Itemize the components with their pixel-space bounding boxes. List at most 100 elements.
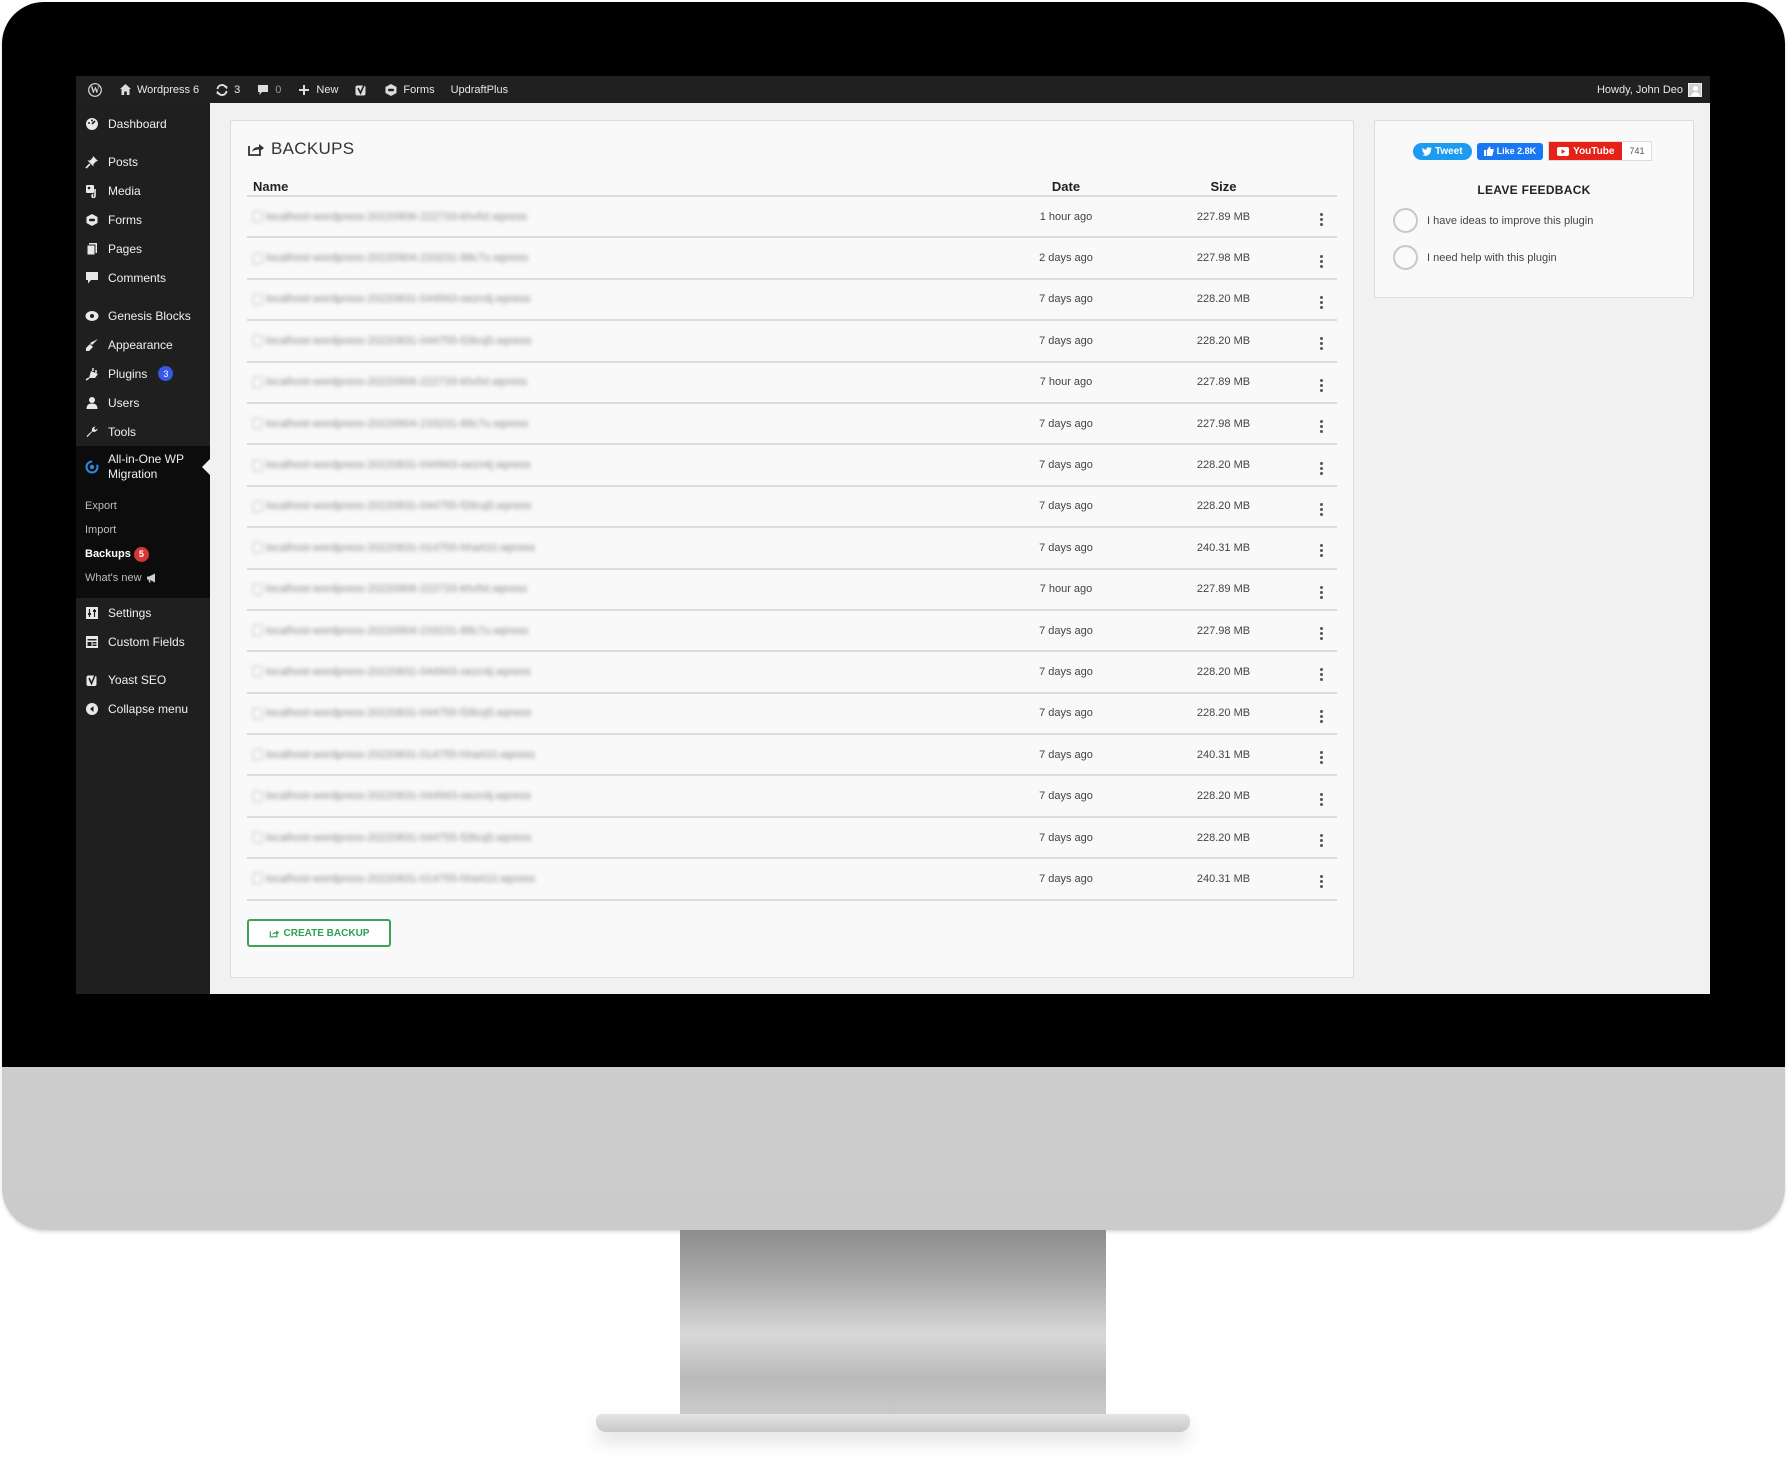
- table-row: localhost-wordpress-20220904-233231-88c7…: [247, 611, 1337, 653]
- table-header: Name Date Size: [247, 177, 1337, 197]
- backup-file-name: localhost-wordpress-20220906-222733-khvf…: [266, 376, 528, 389]
- backup-name-cell[interactable]: localhost-wordpress-20220831-014755-hha4…: [247, 542, 991, 554]
- backup-name-cell[interactable]: localhost-wordpress-20220831-014755-hha4…: [247, 873, 991, 885]
- youtube-icon: [1557, 146, 1570, 156]
- more-actions-icon[interactable]: [1320, 875, 1323, 889]
- sidebar-label: Yoast SEO: [108, 672, 167, 687]
- create-backup-button[interactable]: CREATE BACKUP: [247, 919, 391, 947]
- updates-count: 3: [234, 83, 241, 96]
- backup-name-cell[interactable]: localhost-wordpress-20220831-044943-oezn…: [247, 293, 991, 305]
- youtube-subscribe-button[interactable]: YouTube 741: [1548, 141, 1653, 161]
- backup-name-cell[interactable]: localhost-wordpress-20220904-233231-88c7…: [247, 418, 991, 430]
- feedback-option-help[interactable]: I need help with this plugin: [1393, 245, 1557, 270]
- facebook-like-button[interactable]: Like 2.8K: [1476, 142, 1544, 160]
- more-actions-icon[interactable]: [1320, 295, 1323, 309]
- backup-name-cell[interactable]: localhost-wordpress-20220831-014755-hha4…: [247, 749, 991, 761]
- submenu-label: What's new: [85, 572, 142, 584]
- backup-name-cell[interactable]: localhost-wordpress-20220831-044755-f28c…: [247, 500, 991, 512]
- feedback-option-ideas[interactable]: I have ideas to improve this plugin: [1393, 208, 1593, 233]
- more-actions-icon[interactable]: [1320, 461, 1323, 475]
- backup-name-cell[interactable]: localhost-wordpress-20220906-222733-khvf…: [247, 211, 991, 223]
- howdy-text: Howdy, John Deo: [1596, 83, 1683, 96]
- new-content-link[interactable]: New: [289, 76, 346, 103]
- more-actions-icon[interactable]: [1320, 378, 1323, 392]
- backup-name-cell[interactable]: localhost-wordpress-20220831-044755-f28c…: [247, 707, 991, 719]
- more-actions-icon[interactable]: [1320, 502, 1323, 516]
- backup-name-cell[interactable]: localhost-wordpress-20220906-222733-khvf…: [247, 583, 991, 595]
- collapse-menu-button[interactable]: Collapse menu: [76, 694, 210, 723]
- more-actions-icon[interactable]: [1320, 834, 1323, 848]
- backup-name-cell[interactable]: localhost-wordpress-20220906-222733-khvf…: [247, 376, 991, 388]
- sidebar-item-tools[interactable]: Tools: [76, 417, 210, 446]
- monitor-stand-base: [596, 1414, 1190, 1432]
- site-name-link[interactable]: Wordpress 6: [110, 76, 207, 103]
- more-actions-icon[interactable]: [1320, 627, 1323, 641]
- backup-file-name: localhost-wordpress-20220831-044755-f28c…: [266, 831, 532, 844]
- column-header-date[interactable]: Date: [991, 179, 1141, 194]
- wordpress-logo-button[interactable]: W: [80, 76, 110, 103]
- submenu-import[interactable]: Import: [76, 518, 210, 542]
- more-actions-icon[interactable]: [1320, 709, 1323, 723]
- more-actions-icon[interactable]: [1320, 544, 1323, 558]
- column-header-name[interactable]: Name: [247, 179, 991, 194]
- sidebar-label: Users: [108, 395, 140, 410]
- updates-link[interactable]: 3: [207, 76, 248, 103]
- backup-date-cell: 7 days ago: [1039, 500, 1093, 513]
- sidebar-item-custom-fields[interactable]: Custom Fields: [76, 627, 210, 656]
- backup-name-cell[interactable]: localhost-wordpress-20220831-044943-oezn…: [247, 459, 991, 471]
- sidebar-item-yoast-seo[interactable]: Yoast SEO: [76, 665, 210, 694]
- sidebar-item-posts[interactable]: Posts: [76, 147, 210, 176]
- backup-name-cell[interactable]: localhost-wordpress-20220831-044943-oezn…: [247, 666, 991, 678]
- comments-link[interactable]: 0: [248, 76, 289, 103]
- tweet-button[interactable]: Tweet: [1413, 142, 1472, 160]
- plugin-icon: [84, 366, 100, 382]
- sidebar-item-settings[interactable]: Settings: [76, 598, 210, 627]
- yoast-menu-link[interactable]: [346, 76, 376, 103]
- column-header-size[interactable]: Size: [1141, 179, 1306, 194]
- megaphone-icon: [146, 573, 157, 583]
- backup-name-cell[interactable]: localhost-wordpress-20220831-044755-f28c…: [247, 335, 991, 347]
- backup-file-name: localhost-wordpress-20220904-233231-88c7…: [266, 252, 529, 265]
- submenu-label: Import: [85, 524, 117, 536]
- backup-name-cell[interactable]: localhost-wordpress-20220904-233231-88c7…: [247, 252, 991, 264]
- backup-name-cell[interactable]: localhost-wordpress-20220831-044943-oezn…: [247, 790, 991, 802]
- sidebar-item-media[interactable]: Media: [76, 176, 210, 205]
- more-actions-icon[interactable]: [1320, 420, 1323, 434]
- more-actions-icon[interactable]: [1320, 668, 1323, 682]
- radio-button[interactable]: [1393, 245, 1418, 270]
- backup-size-cell: 240.31 MB: [1196, 872, 1251, 885]
- sidebar-item-comments[interactable]: Comments: [76, 263, 210, 292]
- backup-name-cell[interactable]: localhost-wordpress-20220904-233231-88c7…: [247, 625, 991, 637]
- my-account-link[interactable]: Howdy, John Deo: [1589, 76, 1710, 103]
- more-actions-icon[interactable]: [1320, 337, 1323, 351]
- user-icon: [84, 395, 100, 411]
- radio-button[interactable]: [1393, 208, 1418, 233]
- export-icon: [269, 929, 280, 938]
- more-actions-icon[interactable]: [1320, 792, 1323, 806]
- backup-date-cell: 7 days ago: [1039, 334, 1093, 347]
- feedback-title: LEAVE FEEDBACK: [1477, 183, 1591, 197]
- more-actions-icon[interactable]: [1320, 585, 1323, 599]
- submenu-whats-new[interactable]: What's new: [76, 566, 210, 590]
- table-row: localhost-wordpress-20220831-044755-f28c…: [247, 321, 1337, 363]
- submenu-backups[interactable]: Backups 5: [76, 542, 210, 566]
- thumbs-up-icon: [1483, 146, 1494, 156]
- forms-menu-link[interactable]: Forms: [376, 76, 442, 103]
- sidebar-item-forms[interactable]: Forms: [76, 205, 210, 234]
- sidebar-item-dashboard[interactable]: Dashboard: [76, 109, 210, 138]
- more-actions-icon[interactable]: [1320, 213, 1323, 227]
- more-actions-icon[interactable]: [1320, 751, 1323, 765]
- backup-size-cell: 227.98 MB: [1196, 252, 1251, 265]
- more-actions-icon[interactable]: [1320, 254, 1323, 268]
- updraftplus-link[interactable]: UpdraftPlus: [443, 76, 516, 103]
- submenu-export[interactable]: Export: [76, 494, 210, 518]
- sidebar-item-plugins[interactable]: Plugins 3: [76, 359, 210, 388]
- backup-name-cell[interactable]: localhost-wordpress-20220831-044755-f28c…: [247, 832, 991, 844]
- sidebar-item-all-in-one-wp-migration[interactable]: All-in-One WP Migration: [76, 446, 210, 488]
- migration-icon: [84, 459, 100, 475]
- sidebar-item-appearance[interactable]: Appearance: [76, 330, 210, 359]
- sidebar-item-genesis-blocks[interactable]: Genesis Blocks: [76, 301, 210, 330]
- sidebar-item-pages[interactable]: Pages: [76, 234, 210, 263]
- sidebar-item-users[interactable]: Users: [76, 388, 210, 417]
- sidebar-label: Comments: [108, 270, 167, 285]
